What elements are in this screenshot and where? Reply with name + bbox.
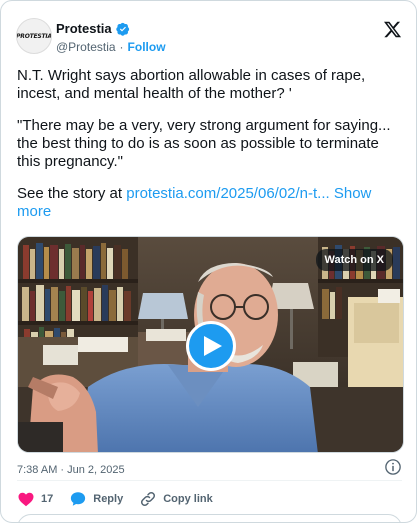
link-icon [141, 491, 156, 507]
author-name-row: Protestia [56, 21, 130, 36]
timestamp-row: 7:38 AM · Jun 2, 2025 [17, 458, 402, 476]
verified-badge-icon [115, 22, 129, 36]
copy-link-label: Copy link [163, 493, 213, 505]
tweet-card: PROTESTIA Protestia @Protestia · Follow … [0, 0, 417, 523]
play-icon [204, 336, 222, 356]
watch-on-x-badge[interactable]: Watch on X [315, 249, 393, 271]
play-button[interactable] [186, 321, 236, 371]
divider [17, 480, 402, 481]
avatar-logo-text: PROTESTIA [16, 32, 52, 40]
copy-link-button[interactable]: Copy link [139, 490, 213, 508]
story-link[interactable]: protestia.com/2025/06/02/n-t... [126, 185, 329, 202]
like-button[interactable]: 17 [17, 490, 53, 508]
reply-label: Reply [93, 493, 124, 505]
reply-button[interactable]: Reply [69, 490, 123, 508]
video-player[interactable]: Watch on X [17, 236, 404, 453]
read-replies-button[interactable]: Read 3 replies [17, 514, 402, 522]
tweet-story-line: See the story at protestia.com/2025/06/0… [17, 185, 402, 221]
tweet-header: PROTESTIA Protestia @Protestia · Follow [16, 18, 404, 58]
x-logo-icon[interactable] [383, 20, 402, 39]
heart-icon [18, 492, 34, 507]
reply-bubble-icon [71, 492, 86, 506]
separator-dot: · [119, 40, 124, 54]
avatar[interactable]: PROTESTIA [16, 18, 52, 54]
story-prefix: See the story at [17, 185, 127, 202]
follow-button[interactable]: Follow [128, 40, 166, 54]
info-icon[interactable] [384, 458, 402, 476]
tweet-body: N.T. Wright says abortion allowable in c… [17, 67, 402, 221]
author-name[interactable]: Protestia [56, 21, 112, 36]
tweet-quote: "There may be a very, very strong argume… [17, 117, 391, 170]
author-handle-row: @Protestia · Follow [56, 40, 166, 54]
tweet-line-1: N.T. Wright says abortion allowable in c… [17, 67, 366, 102]
like-count: 17 [41, 493, 54, 505]
timestamp[interactable]: 7:38 AM · Jun 2, 2025 [17, 464, 125, 476]
action-bar: 17 Reply Copy link [17, 488, 229, 510]
author-handle[interactable]: @Protestia [56, 40, 116, 54]
